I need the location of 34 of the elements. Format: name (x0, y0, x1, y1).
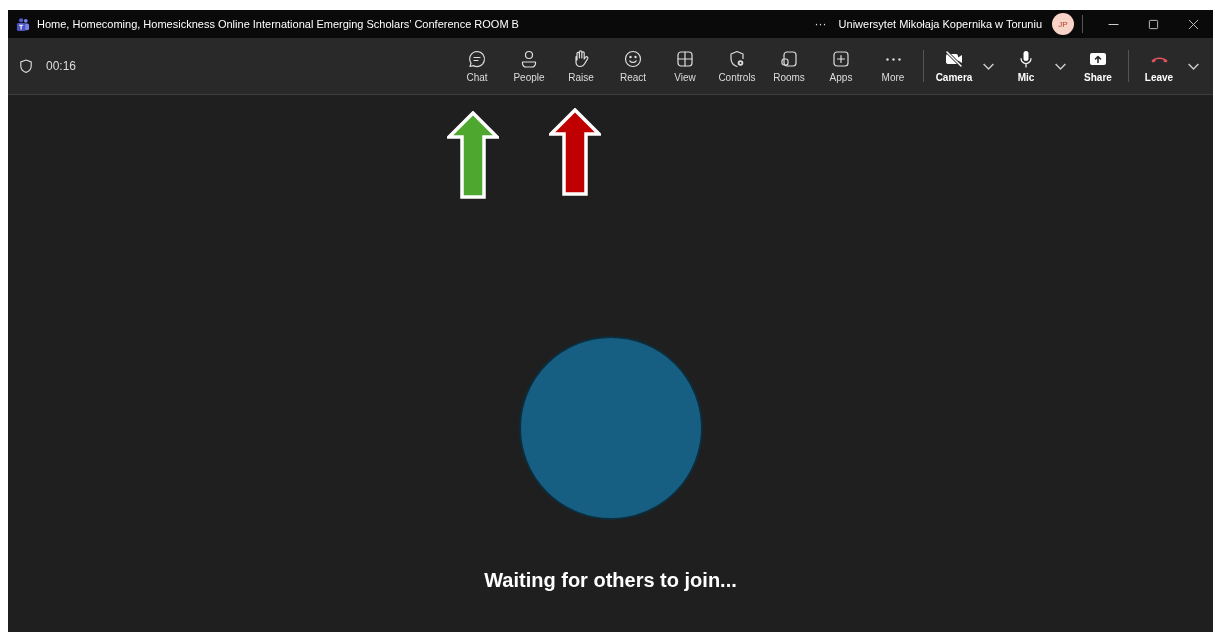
toolbar-button[interactable]: Mic (1000, 42, 1052, 90)
window-title: Home, Homecoming, Homesickness Online International Emerging Scholars’ Conference ROOM B (37, 18, 519, 30)
person-icon (519, 49, 539, 69)
toolbar-button[interactable]: Apps (815, 42, 867, 90)
meeting-timer: 00:16 (46, 59, 77, 73)
toolbar-button[interactable]: React (607, 42, 659, 90)
ellipsis-icon (885, 57, 901, 61)
toolbar-button[interactable]: More (867, 42, 919, 90)
maximize-icon (1147, 18, 1159, 30)
toolbar-button[interactable]: Camera (928, 42, 980, 90)
user-avatar[interactable]: JP (1052, 13, 1074, 35)
close-icon (1187, 18, 1199, 30)
shield-icon (18, 58, 34, 74)
rooms-icon (779, 49, 799, 69)
chat-icon (467, 49, 487, 69)
more-options-button[interactable]: ··· (810, 17, 831, 31)
toolbar-button[interactable]: People (503, 42, 555, 90)
smiley-icon (623, 49, 643, 69)
leave-button[interactable]: Leave (1133, 42, 1185, 90)
teams-logo-icon (15, 16, 30, 32)
toolbar-button[interactable]: Rooms (763, 42, 815, 90)
shield-gear-icon (727, 49, 747, 69)
organization-name: Uniwersytet Mikołaja Kopernika w Toruniu (838, 18, 1042, 30)
grid-icon (675, 49, 695, 69)
toolbar-button[interactable]: Controls (711, 42, 763, 90)
toolbar-button[interactable]: Chat (451, 42, 503, 90)
camera-off-icon (944, 49, 964, 69)
phone-hangup-icon (1150, 55, 1168, 63)
minimize-icon (1107, 23, 1119, 25)
plus-icon (831, 49, 851, 69)
waiting-message: Waiting for others to join... (484, 569, 737, 592)
toolbar-button[interactable]: Raise (555, 42, 607, 90)
toolbar-button[interactable]: View (659, 42, 711, 90)
toolbar-button[interactable]: Share (1072, 42, 1124, 90)
